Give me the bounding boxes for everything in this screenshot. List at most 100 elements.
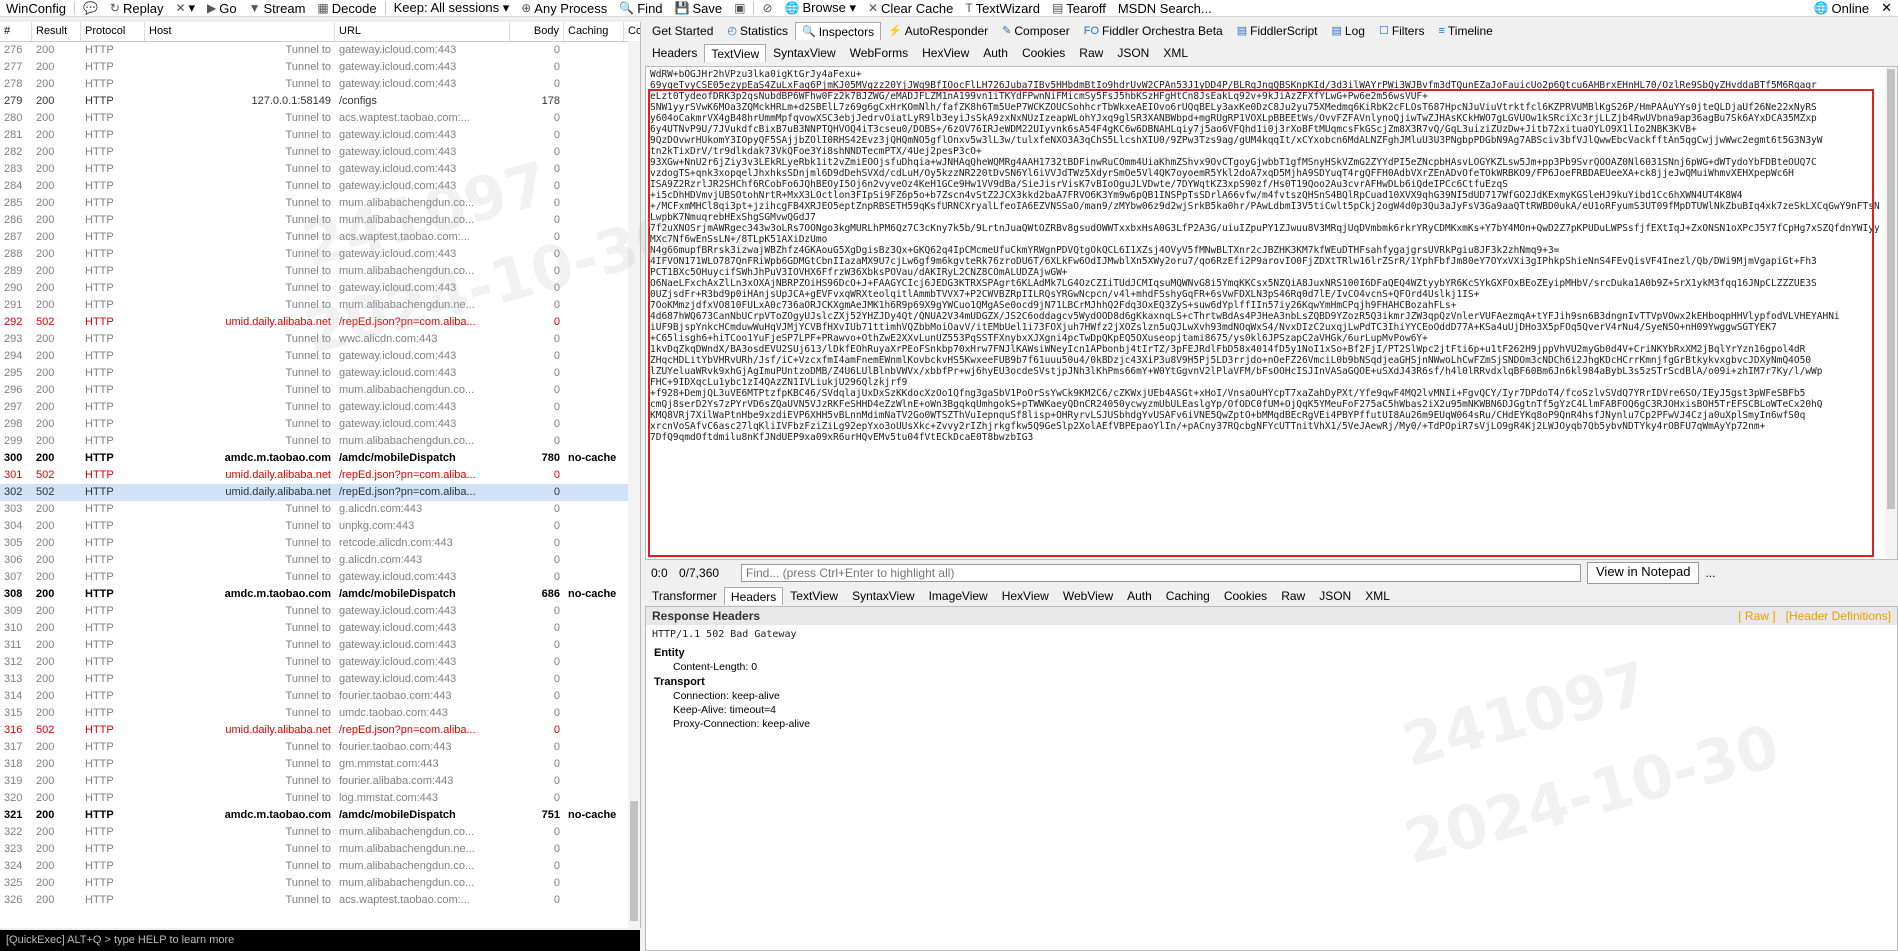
toolbar-button-1[interactable]: 💬 <box>77 0 104 16</box>
column-header[interactable]: # <box>0 22 32 41</box>
request-textview[interactable]: WdRW+bOGJHr2hVPzu3lka0igKtGrJy4aFexu+ 69… <box>645 66 1898 560</box>
tab-statistics[interactable]: ◴ Statistics <box>720 22 795 40</box>
session-scrollbar[interactable] <box>628 41 640 928</box>
quickexec-bar[interactable]: [QuickExec] ALT+Q > type HELP to learn m… <box>0 930 640 951</box>
view-in-notepad-button[interactable]: View in Notepad <box>1587 562 1700 584</box>
table-row[interactable]: 289 200 HTTP Tunnel to mum.alibabachengdun.c… <box>0 263 640 280</box>
table-row[interactable]: 319 200 HTTP Tunnel to fourier.alibaba.com:4… <box>0 773 640 790</box>
header-entry[interactable]: Keep-Alive: timeout=4 <box>646 702 1897 716</box>
table-row[interactable]: 315 200 HTTP Tunnel to umdc.taobao.com:443 0 <box>0 705 640 722</box>
table-row[interactable]: 301 502 HTTP umid.daily.alibaba.net/repEd.j… <box>0 467 640 484</box>
find-input[interactable] <box>741 564 1581 582</box>
toolbar-button-14[interactable]: ✕ Clear Cache <box>862 0 959 16</box>
resp-tab-auth[interactable]: Auth <box>1120 587 1159 605</box>
raw-link[interactable]: [ Raw ] <box>1738 609 1775 623</box>
header-entry[interactable]: Connection: keep-alive <box>646 688 1897 702</box>
toolbar-button-5[interactable]: ▼ Stream <box>243 0 312 16</box>
close-toolbar-button[interactable]: ✕ <box>1875 0 1898 16</box>
toolbar-button-2[interactable]: ↻ Replay <box>104 0 170 16</box>
column-header[interactable]: Protocol <box>81 22 145 41</box>
request-body-text[interactable]: WdRW+bOGJHr2hVPzu3lka0igKtGrJy4aFexu+ 69… <box>650 69 1883 557</box>
table-row[interactable]: 276 200 HTTP Tunnel to gateway.icloud.com:44… <box>0 42 640 59</box>
table-row[interactable]: 281 200 HTTP Tunnel to gateway.icloud.com:44… <box>0 127 640 144</box>
resp-tab-raw[interactable]: Raw <box>1274 587 1312 605</box>
table-row[interactable]: 298 200 HTTP Tunnel to gateway.icloud.com:44… <box>0 416 640 433</box>
table-row[interactable]: 278 200 HTTP Tunnel to gateway.icloud.com:44… <box>0 76 640 93</box>
table-row[interactable]: 310 200 HTTP Tunnel to gateway.icloud.com:44… <box>0 620 640 637</box>
table-row[interactable]: 326 200 HTTP Tunnel to acs.waptest.taobao.co… <box>0 892 640 909</box>
resp-tab-syntaxview[interactable]: SyntaxView <box>845 587 921 605</box>
table-row[interactable]: 325 200 HTTP Tunnel to mum.alibabachengdun.c… <box>0 875 640 892</box>
toolbar-button-15[interactable]: T TextWizard <box>959 0 1046 16</box>
table-row[interactable]: 314 200 HTTP Tunnel to fourier.taobao.com:44… <box>0 688 640 705</box>
table-row[interactable]: 294 200 HTTP Tunnel to gateway.icloud.com:44… <box>0 348 640 365</box>
table-row[interactable]: 320 200 HTTP Tunnel to log.mmstat.com:443 0 <box>0 790 640 807</box>
tab-timeline[interactable]: ≡ Timeline <box>1431 22 1499 40</box>
table-row[interactable]: 322 200 HTTP Tunnel to mum.alibabachengdun.c… <box>0 824 640 841</box>
tab-log[interactable]: ▤ Log <box>1325 22 1372 40</box>
tab-composer[interactable]: ✎ Composer <box>995 22 1077 40</box>
table-row[interactable]: 324 200 HTTP Tunnel to mum.alibabachengdun.c… <box>0 858 640 875</box>
table-row[interactable]: 299 200 HTTP Tunnel to mum.alibabachengdun.c… <box>0 433 640 450</box>
tab-fiddlerscript[interactable]: ▤ FiddlerScript <box>1230 22 1325 40</box>
toolbar-button-10[interactable]: 💾 Save <box>669 0 729 16</box>
table-row[interactable]: 307 200 HTTP Tunnel to gateway.icloud.com:44… <box>0 569 640 586</box>
toolbar-button-17[interactable]: MSDN Search... <box>1112 0 1218 16</box>
table-row[interactable]: 286 200 HTTP Tunnel to mum.alibabachengdun.c… <box>0 212 640 229</box>
req-tab-xml[interactable]: XML <box>1156 44 1195 62</box>
header-definitions-link[interactable]: [Header Definitions] <box>1786 609 1891 623</box>
resp-tab-webview[interactable]: WebView <box>1056 587 1120 605</box>
table-row[interactable]: 313 200 HTTP Tunnel to gateway.icloud.com:44… <box>0 671 640 688</box>
resp-tab-cookies[interactable]: Cookies <box>1217 587 1274 605</box>
table-row[interactable]: 277 200 HTTP Tunnel to gateway.icloud.com:44… <box>0 59 640 76</box>
more-button[interactable]: ... <box>1705 566 1715 580</box>
header-entry[interactable]: Proxy-Connection: keep-alive <box>646 716 1897 730</box>
table-row[interactable]: 306 200 HTTP Tunnel to g.alicdn.com:443 0 <box>0 552 640 569</box>
table-row[interactable]: 293 200 HTTP Tunnel to wwc.alicdn.com:443 0 <box>0 331 640 348</box>
table-row[interactable]: 297 200 HTTP Tunnel to gateway.icloud.com:44… <box>0 399 640 416</box>
table-row[interactable]: 285 200 HTTP Tunnel to mum.alibabachengdun.c… <box>0 195 640 212</box>
online-indicator[interactable]: 🌐 Online <box>1808 0 1876 16</box>
table-row[interactable]: 288 200 HTTP Tunnel to gateway.icloud.com:44… <box>0 246 640 263</box>
resp-tab-imageview[interactable]: ImageView <box>922 587 995 605</box>
tab-filters[interactable]: ☐ Filters <box>1372 22 1432 40</box>
toolbar-button-8[interactable]: ⊕ Any Process <box>515 0 613 16</box>
table-row[interactable]: 287 200 HTTP Tunnel to acs.waptest.taobao.co… <box>0 229 640 246</box>
tab-get-started[interactable]: Get Started <box>645 22 720 40</box>
req-tab-raw[interactable]: Raw <box>1072 44 1110 62</box>
req-tab-cookies[interactable]: Cookies <box>1015 44 1072 62</box>
toolbar-button-6[interactable]: ▦ Decode <box>311 0 382 16</box>
resp-tab-json[interactable]: JSON <box>1312 587 1358 605</box>
table-row[interactable]: 290 200 HTTP Tunnel to gateway.icloud.com:44… <box>0 280 640 297</box>
column-header[interactable]: Content-Type <box>624 22 640 41</box>
table-row[interactable]: 302 502 HTTP umid.daily.alibaba.net/repEd.j… <box>0 484 640 501</box>
table-row[interactable]: 323 200 HTTP Tunnel to mum.alibabachengdun.n… <box>0 841 640 858</box>
table-row[interactable]: 316 502 HTTP umid.daily.alibaba.net/repEd.j… <box>0 722 640 739</box>
toolbar-button-16[interactable]: ▤ Tearoff <box>1046 0 1112 16</box>
session-list[interactable]: #ResultProtocolHostURLBodyCachingContent… <box>0 22 641 928</box>
table-row[interactable]: 305 200 HTTP Tunnel to retcode.alicdn.com:44… <box>0 535 640 552</box>
table-row[interactable]: 280 200 HTTP Tunnel to acs.waptest.taobao.co… <box>0 110 640 127</box>
column-header[interactable]: URL <box>335 22 510 41</box>
session-scroll-thumb[interactable] <box>630 801 638 921</box>
req-tab-json[interactable]: JSON <box>1110 44 1156 62</box>
table-row[interactable]: 292 502 HTTP umid.daily.alibaba.net/repEd.j… <box>0 314 640 331</box>
resp-tab-xml[interactable]: XML <box>1358 587 1397 605</box>
toolbar-button-7[interactable]: Keep: All sessions ▾ <box>388 0 516 16</box>
table-row[interactable]: 283 200 HTTP Tunnel to gateway.icloud.com:44… <box>0 161 640 178</box>
table-row[interactable]: 308 200 HTTP amdc.m.taobao.com/amdc/mobileD… <box>0 586 640 603</box>
tab-fiddler-orchestra-beta[interactable]: FO Fiddler Orchestra Beta <box>1077 22 1230 40</box>
column-header[interactable]: Caching <box>564 22 624 41</box>
table-row[interactable]: 309 200 HTTP Tunnel to gateway.icloud.com:44… <box>0 603 640 620</box>
req-tab-syntaxview[interactable]: SyntaxView <box>766 44 842 62</box>
header-entry[interactable]: Content-Length: 0 <box>646 659 1897 673</box>
toolbar-button-9[interactable]: 🔍 Find <box>613 0 668 16</box>
column-header[interactable]: Body <box>510 22 564 41</box>
table-row[interactable]: 279200HTTP127.0.0.1:58149/configs178appl… <box>0 93 640 110</box>
toolbar-button-11[interactable]: ▣ <box>728 0 751 16</box>
req-tab-textview[interactable]: TextView <box>704 44 767 62</box>
resp-tab-textview[interactable]: TextView <box>783 587 845 605</box>
req-tab-auth[interactable]: Auth <box>976 44 1015 62</box>
table-row[interactable]: 312 200 HTTP Tunnel to gateway.icloud.com:44… <box>0 654 640 671</box>
table-row[interactable]: 318 200 HTTP Tunnel to gm.mmstat.com:443 0 <box>0 756 640 773</box>
